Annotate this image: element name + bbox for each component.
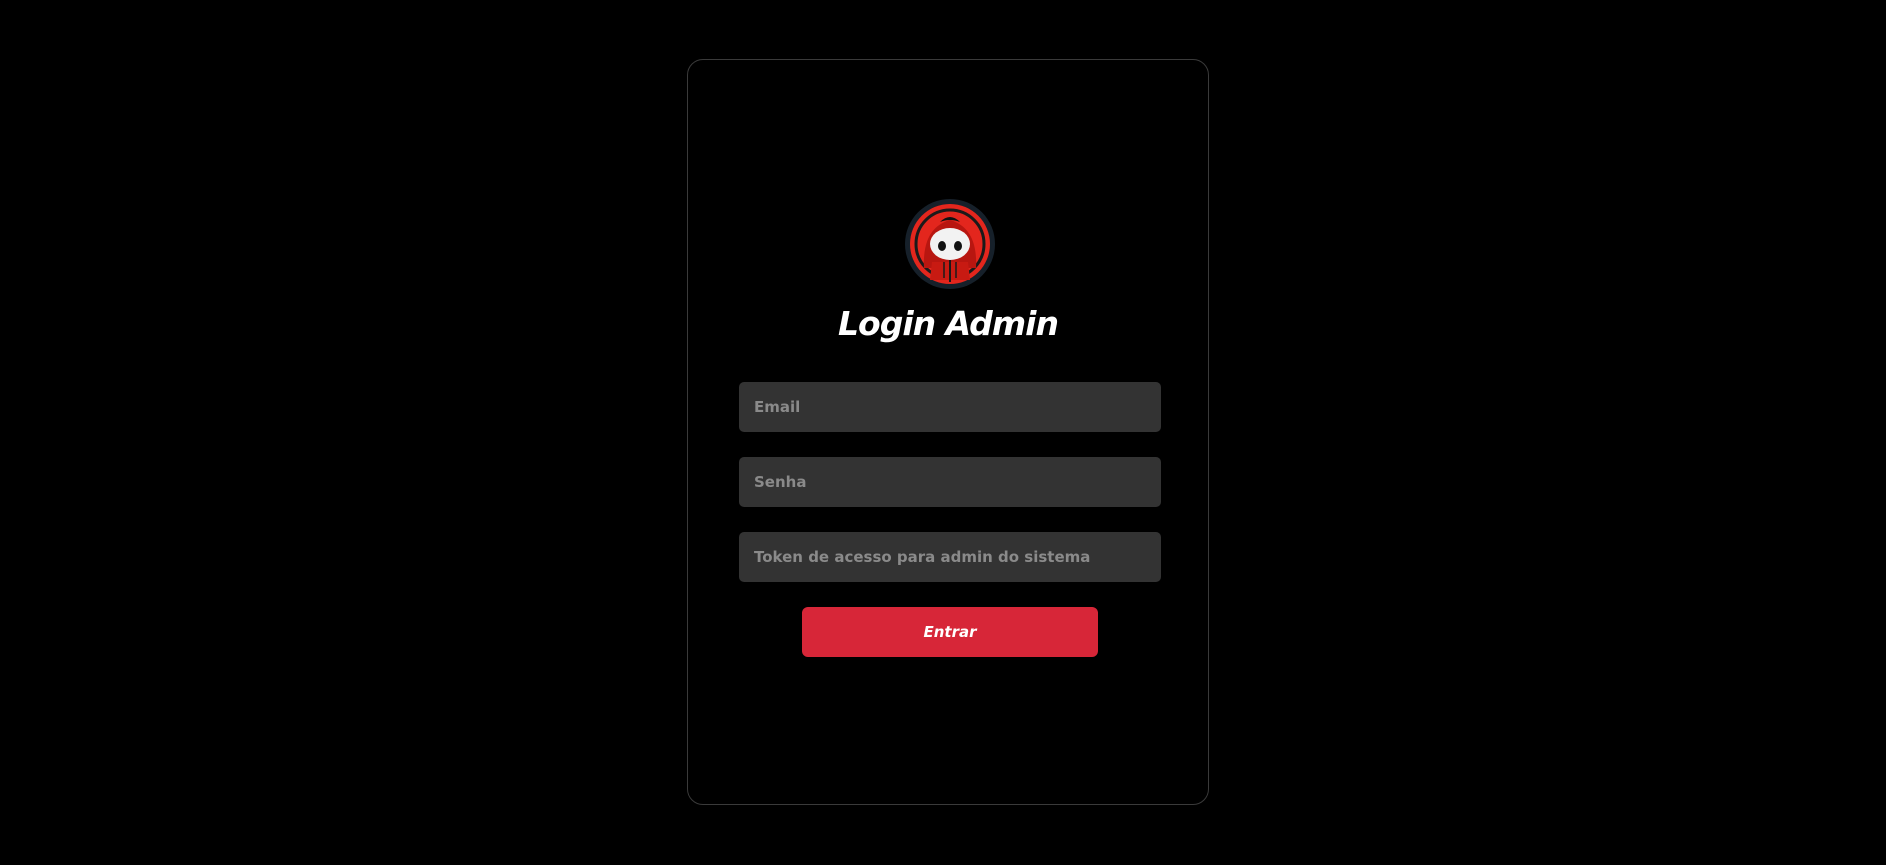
logo-icon	[904, 198, 996, 290]
admin-token-field[interactable]	[739, 532, 1161, 582]
login-submit-button[interactable]: Entrar	[802, 607, 1098, 657]
email-field[interactable]	[739, 382, 1161, 432]
password-field[interactable]	[739, 457, 1161, 507]
page-title: Login Admin	[838, 304, 1059, 343]
login-card: Login Admin Entrar	[687, 59, 1209, 805]
